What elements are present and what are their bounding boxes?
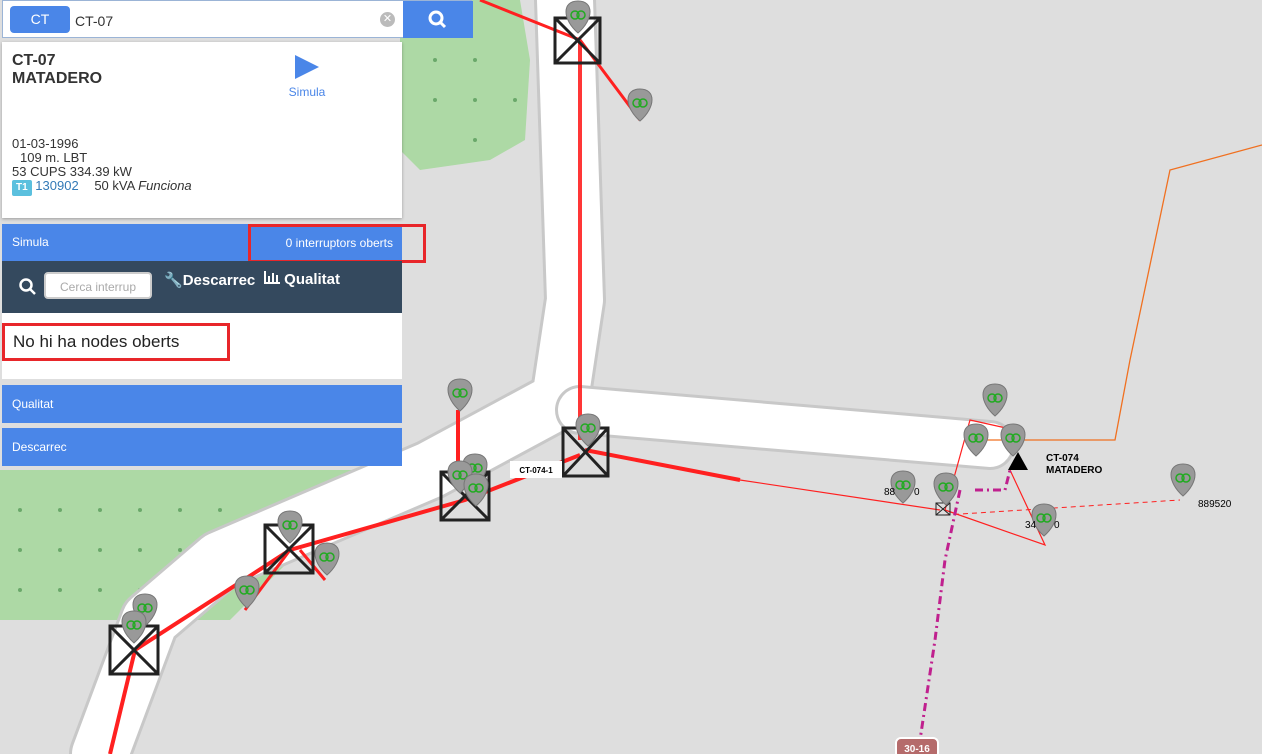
trafo-link[interactable]: 130902 <box>35 178 78 193</box>
trafo-badge: T1 <box>12 180 32 196</box>
map-label-matadero: MATADERO <box>1046 465 1103 476</box>
trafo-status: Funciona <box>138 178 192 193</box>
map-label-34-end: 0 <box>1054 520 1060 531</box>
search-icon <box>19 278 36 295</box>
descarrec-label: Descarrec <box>182 272 256 289</box>
qualitat-section-label: Qualitat <box>12 397 54 411</box>
map-label-88x: 88 <box>884 487 896 498</box>
simula-action[interactable]: Simula <box>282 52 332 99</box>
map-label-34: 34 <box>1025 520 1037 531</box>
ct-date: 01-03-1996 <box>12 136 79 151</box>
search-input[interactable] <box>73 7 377 34</box>
search-icon <box>428 10 447 29</box>
map-label-ct074-1: CT-074-1 <box>519 466 553 475</box>
bar-chart-icon <box>264 271 280 284</box>
descarrec-button[interactable]: 🔧Descarrec <box>164 271 255 289</box>
ct-info-card: CT-07 MATADERO Simula 01-03-1996 109 m. … <box>2 42 402 218</box>
trafo-power: 50 kVA <box>94 178 135 193</box>
interruptors-counter: 0 interruptors oberts <box>248 224 426 263</box>
map-label-3016[interactable]: 30-16 <box>904 744 930 754</box>
qualitat-label: Qualitat <box>284 271 341 288</box>
simula-bar-label: Simula <box>12 235 49 249</box>
ct-length: 109 m. LBT <box>20 150 88 165</box>
clear-circle-icon[interactable]: ✕ <box>380 12 395 27</box>
ct-cups: 53 CUPS 334.39 kW <box>12 164 132 179</box>
ct-code: CT-07 <box>12 52 56 69</box>
ct-name: MATADERO <box>12 70 103 87</box>
map-label-889520: 889520 <box>1198 499 1232 510</box>
interrupt-search-input[interactable]: Cerca interrup <box>44 272 152 299</box>
search-bar: CT ✕ <box>2 0 473 38</box>
ct-details: 01-03-1996 109 m. LBT 53 CUPS 334.39 kW … <box>12 137 192 196</box>
simula-label: Simula <box>288 85 326 99</box>
map-label-88x-end: 0 <box>914 487 920 498</box>
map-label-ct074: CT-074 <box>1046 453 1079 464</box>
qualitat-button[interactable]: Qualitat <box>264 271 340 288</box>
descarrec-section[interactable]: Descarrec <box>2 428 402 466</box>
search-type-button[interactable]: CT <box>10 6 70 33</box>
trafo-row: T1 130902 50 kVA Funciona <box>12 179 192 196</box>
interrupt-toolbar: Cerca interrup 🔧Descarrec Qualitat <box>2 261 402 313</box>
wrench-icon: 🔧 <box>164 272 183 289</box>
play-icon <box>295 55 319 79</box>
qualitat-section[interactable]: Qualitat <box>2 385 402 423</box>
search-button[interactable] <box>403 1 473 38</box>
descarrec-section-label: Descarrec <box>12 440 67 454</box>
no-nodes-message: No hi ha nodes oberts <box>2 323 230 361</box>
